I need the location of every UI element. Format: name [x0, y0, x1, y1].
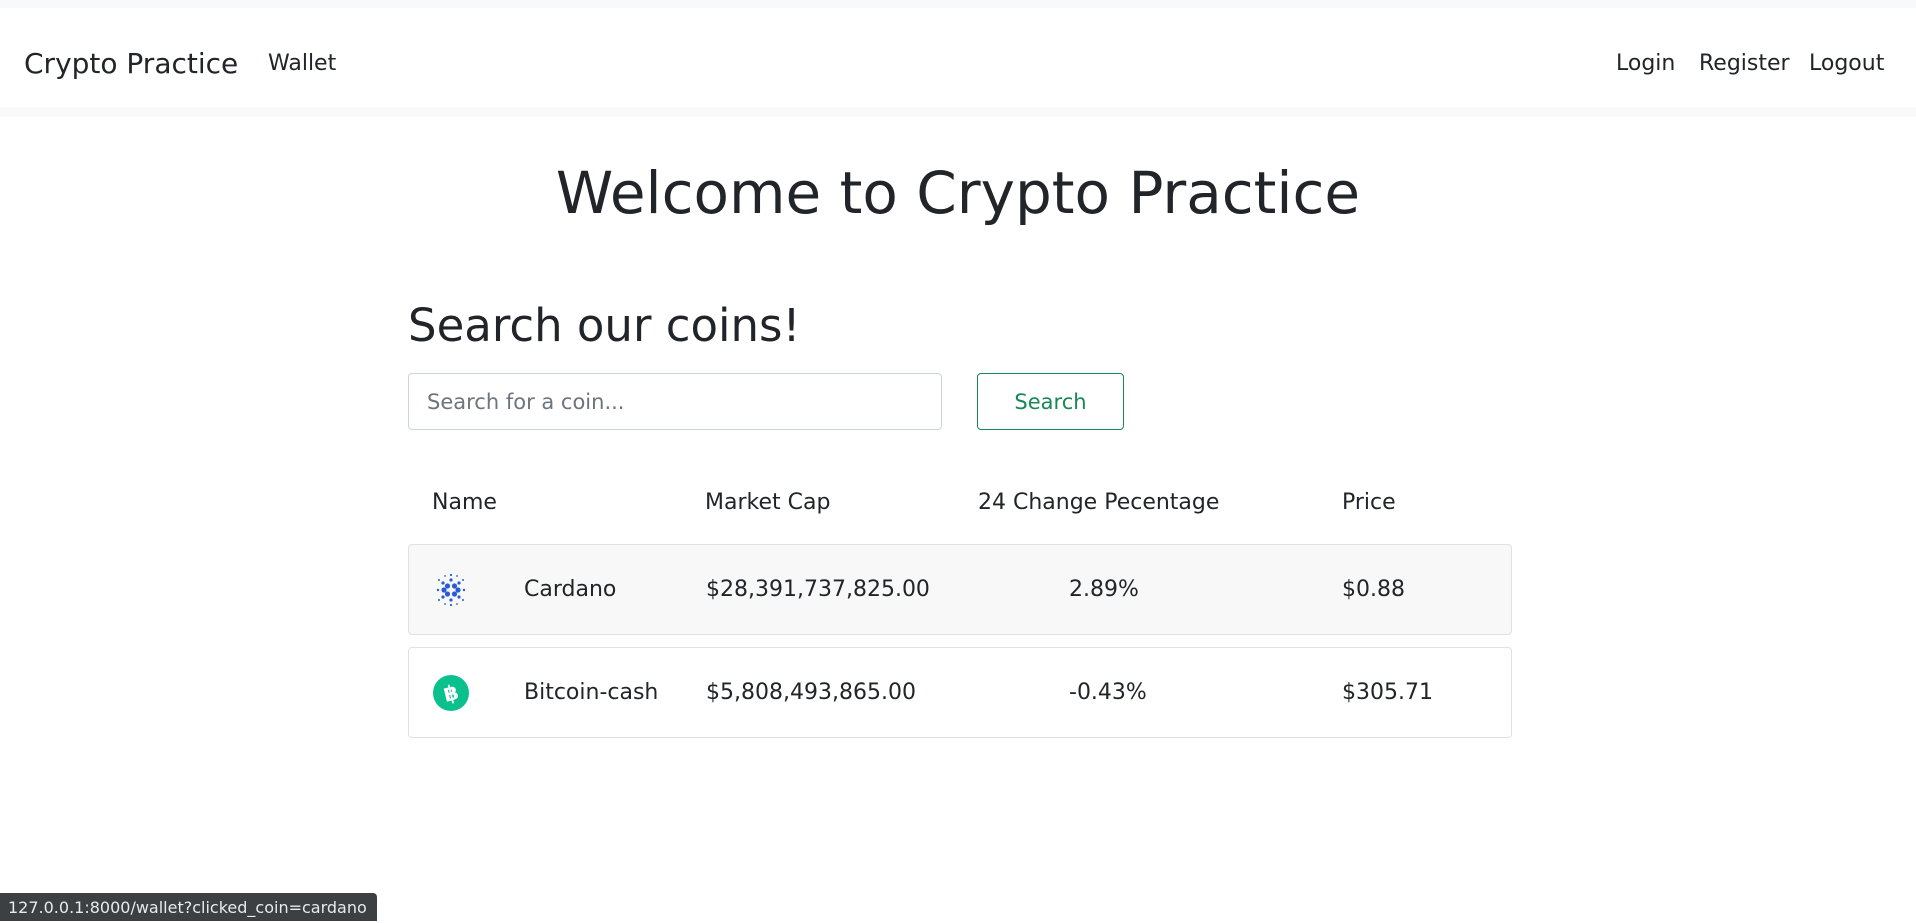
- status-bar-url: 127.0.0.1:8000/wallet?clicked_coin=carda…: [0, 893, 377, 921]
- coin-row-cardano[interactable]: Cardano $28,391,737,825.00 2.89% $0.88: [408, 544, 1512, 635]
- coin-change-percentage: -0.43%: [1069, 680, 1147, 705]
- column-header-change: 24 Change Pecentage: [978, 490, 1220, 515]
- coin-market-cap: $5,808,493,865.00: [706, 680, 916, 705]
- search-button[interactable]: Search: [977, 373, 1124, 430]
- column-header-name: Name: [432, 490, 497, 515]
- nav-link-register[interactable]: Register: [1699, 50, 1790, 78]
- search-input[interactable]: [408, 373, 942, 430]
- coin-name: Bitcoin-cash: [524, 680, 659, 705]
- coin-market-cap: $28,391,737,825.00: [706, 577, 930, 602]
- coin-change-percentage: 2.89%: [1069, 577, 1139, 602]
- column-header-price: Price: [1342, 490, 1396, 515]
- coin-name: Cardano: [524, 577, 617, 602]
- nav-link-logout[interactable]: Logout: [1809, 50, 1884, 78]
- column-header-market-cap: Market Cap: [705, 490, 831, 515]
- navbar: Crypto Practice Wallet Login Register Lo…: [0, 8, 1916, 117]
- bitcoin-cash-icon: ฿: [433, 675, 469, 711]
- search-heading: Search our coins!: [408, 299, 801, 352]
- nav-link-login[interactable]: Login: [1616, 50, 1675, 78]
- coin-price: $0.88: [1342, 577, 1405, 602]
- brand-link[interactable]: Crypto Practice: [24, 47, 238, 81]
- coin-price: $305.71: [1342, 680, 1433, 705]
- top-strip: [0, 0, 1916, 8]
- cardano-icon: [433, 572, 469, 608]
- nav-link-wallet[interactable]: Wallet: [268, 50, 336, 78]
- coin-row-bitcoin-cash[interactable]: ฿ Bitcoin-cash $5,808,493,865.00 -0.43% …: [408, 647, 1512, 738]
- page-title: Welcome to Crypto Practice: [555, 159, 1361, 227]
